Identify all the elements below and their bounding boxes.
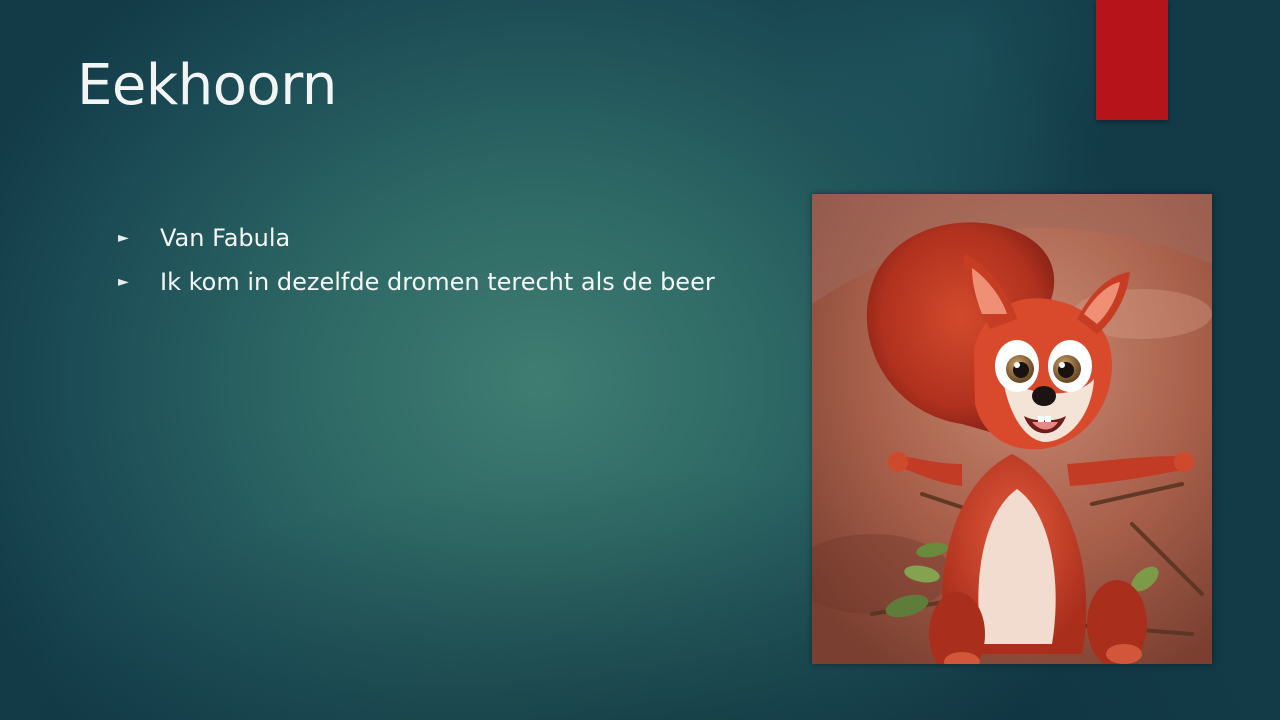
accent-bar [1096, 0, 1168, 120]
slide: Eekhoorn ► Van Fabula ► Ik kom in dezelf… [0, 0, 1280, 720]
bullet-list: ► Van Fabula ► Ik kom in dezelfde dromen… [118, 216, 715, 304]
bullet-text: Ik kom in dezelfde dromen terecht als de… [160, 268, 715, 296]
arrow-bullet-icon: ► [118, 274, 129, 290]
arrow-bullet-icon: ► [118, 230, 129, 246]
bullet-text: Van Fabula [160, 224, 291, 252]
bullet-item: ► Ik kom in dezelfde dromen terecht als … [118, 260, 715, 304]
slide-title: Eekhoorn [77, 53, 337, 118]
squirrel-picture [812, 194, 1212, 664]
squirrel-illustration [812, 194, 1212, 664]
bullet-item: ► Van Fabula [118, 216, 715, 260]
